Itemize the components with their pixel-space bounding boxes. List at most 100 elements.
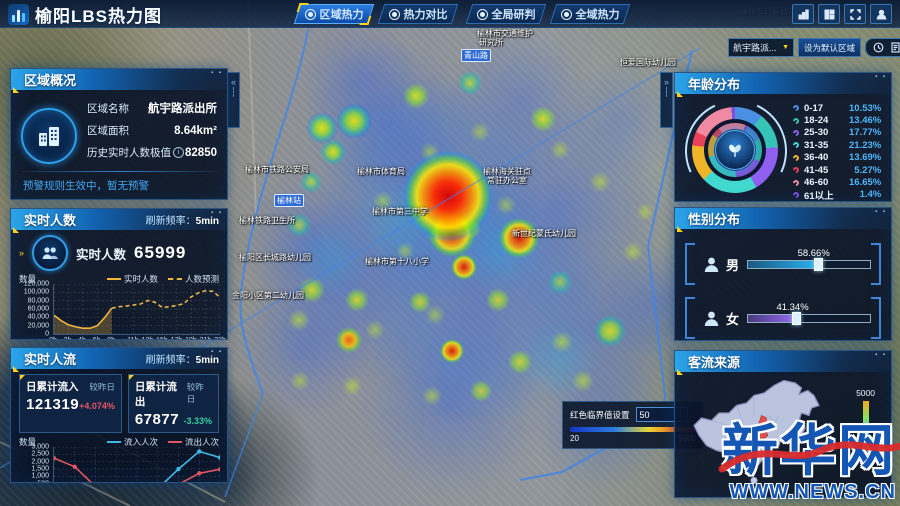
age-legend-row: 36-40 13.69% xyxy=(791,152,885,164)
outflow-stat-card: 日累计流出 较昨日 67877 -3.33% xyxy=(127,374,219,433)
tab-whole-area-heat[interactable]: 全域热力 xyxy=(549,4,631,24)
history-clock-icon[interactable] xyxy=(873,42,884,53)
x-axis-ticks: 0h2h4h6h8h11h13h15h17h19h21h23h xyxy=(49,335,226,339)
panel-corner-dots: ▪ ▪ xyxy=(211,349,223,355)
region-select-dropdown[interactable]: 航宇路派... ▼ xyxy=(728,38,794,57)
tab-icon xyxy=(476,8,488,20)
caret-down-icon: ▼ xyxy=(782,44,789,51)
collapse-left-panels-button[interactable]: «┆ xyxy=(227,72,240,128)
tab-icon xyxy=(560,8,572,20)
age-donut-chart xyxy=(675,85,802,201)
app-logo: 榆阳LBS热力图 xyxy=(8,2,162,27)
panel-title-bar: 性别分布 ▪ ▪ xyxy=(675,208,891,232)
age-crescent-icon xyxy=(791,103,801,113)
panel-realtime-people: 实时人数 刷新频率：5min ▪ ▪ » 实时人数 65999 数量 实时人数 … xyxy=(10,208,228,340)
building-icon xyxy=(21,108,77,164)
bracket-decor xyxy=(871,243,881,285)
tab-icon xyxy=(388,8,400,20)
bar-thumb xyxy=(792,311,802,325)
bar-chart-icon[interactable] xyxy=(792,4,814,24)
threshold-label: 红色临界值设置 xyxy=(570,409,630,420)
age-legend-row: 0-17 10.53% xyxy=(791,102,885,114)
chart-legend: 实时人数 人数预测 xyxy=(106,273,219,285)
overview-row: 区域面积 8.64km² xyxy=(87,124,217,138)
panel-title-bar: 区域概况 ▪ ▪ xyxy=(11,69,227,93)
panel-visitor-source: 客流来源 ▪ ▪ 5000 200 xyxy=(674,350,892,498)
age-crescent-icon xyxy=(791,128,801,138)
stat-value: 65999 xyxy=(134,243,187,262)
tab-region-heat[interactable]: 区域热力 xyxy=(293,4,375,24)
y-axis-ticks: 05001,0001,5002,0002,5003,000 xyxy=(31,443,49,483)
layout-columns-icon[interactable] xyxy=(818,4,840,24)
age-legend-row: 46-60 16.65% xyxy=(791,176,885,188)
panel-title: 性别分布 xyxy=(688,212,741,227)
overview-row: 区域名称 航宇路派出所 xyxy=(87,102,217,116)
tab-heat-compare[interactable]: 热力对比 xyxy=(377,4,459,24)
bar-thumb xyxy=(813,257,823,271)
chart-legend: 流入人次 流出人次 xyxy=(106,436,219,448)
bracket-decor xyxy=(685,243,695,285)
people-group-icon xyxy=(32,235,69,271)
panel-title: 年龄分布 xyxy=(688,77,741,92)
china-map xyxy=(693,379,820,485)
panel-title: 客流来源 xyxy=(688,355,741,370)
stat-label: 实时人数 xyxy=(76,247,127,262)
gender-row: 男 58.66% xyxy=(685,243,881,285)
panel-corner-dots: ▪ ▪ xyxy=(875,209,887,215)
scale-min: 200 xyxy=(858,446,873,456)
age-crescent-icon xyxy=(791,165,801,175)
map-tool-icons xyxy=(865,38,900,57)
age-crescent-icon xyxy=(791,116,801,125)
scale-gradient-bar xyxy=(862,401,869,443)
age-crescent-icon xyxy=(791,190,801,200)
panel-corner-dots: ▪ ▪ xyxy=(211,210,223,216)
decor-arrows: » xyxy=(19,248,25,258)
age-crescent-icon xyxy=(791,141,801,150)
age-legend: 0-17 10.53% 18-24 13.46% 25-30 17.77% 31-35… xyxy=(789,100,885,201)
panel-age-distribution: 年龄分布 ▪ ▪ 0-17 10.53% 18-24 13.46% 25-30 … xyxy=(674,72,892,202)
user-icon[interactable] xyxy=(870,4,892,24)
panel-title: 区域概况 xyxy=(24,73,77,88)
flow-trend-chart: 数量 流入人次 流出人次 05001,0001,5002,0002,5003,0… xyxy=(19,436,220,483)
set-default-region-button[interactable]: 设为默认区域 xyxy=(798,38,862,57)
inflow-stat-card: 日累计流入 较昨日 121319 +4.074% xyxy=(19,374,122,433)
gender-row: 女 41.34% xyxy=(685,297,881,339)
collapse-right-panels-button[interactable]: » ┆ xyxy=(660,72,673,128)
panel-region-overview: 区域概况 ▪ ▪ 区域名称 航宇路派出所 区域面积 8.64km² 历史实时人数… xyxy=(10,68,228,200)
people-trend-chart: 数量 实时人数 人数预测 0 20,000 40,000 60,000 80,000 10… xyxy=(19,273,226,340)
age-legend-row: 61以上 1.4% xyxy=(791,189,885,201)
gender-rows: 男 58.66% 女 41.34% xyxy=(675,243,891,339)
top-header: 榆阳LBS热力图 区域热力 热力对比 全局研判 全域热力 xyxy=(0,0,900,28)
divider xyxy=(21,171,217,172)
bracket-decor xyxy=(685,297,695,339)
fullscreen-icon[interactable] xyxy=(844,4,866,24)
sprout-icon xyxy=(715,130,755,170)
scale-max: 5000 xyxy=(856,388,875,398)
bracket-decor xyxy=(871,297,881,339)
panel-gender-distribution: 性别分布 ▪ ▪ 男 58.66% 女 41.34% xyxy=(674,207,892,341)
tab-global-analysis[interactable]: 全局研判 xyxy=(465,4,547,24)
report-doc-icon[interactable] xyxy=(890,42,900,53)
panel-title: 实时人流 xyxy=(24,352,77,367)
person-icon xyxy=(703,310,720,327)
panel-corner-dots: ▪ ▪ xyxy=(875,74,887,80)
panel-title-bar: 实时人流 刷新频率：5min ▪ ▪ xyxy=(11,348,227,372)
overview-row: 历史实时人数极值 i 82850 xyxy=(87,146,217,160)
panel-corner-dots: ▪ ▪ xyxy=(211,70,223,76)
logo-bars-icon xyxy=(8,4,29,25)
gender-bar: 41.34% xyxy=(747,302,871,325)
person-icon xyxy=(703,256,720,273)
y-axis-ticks: 0 20,000 40,000 60,000 80,000 100,000 120,000 xyxy=(23,280,49,338)
panel-corner-dots: ▪ ▪ xyxy=(875,352,887,358)
panel-realtime-flow: 实时人流 刷新频率：5min ▪ ▪ 日累计流入 较昨日 121319 +4.074… xyxy=(10,347,228,483)
info-icon[interactable]: i xyxy=(173,147,184,158)
alert-status-text: 预警规则生效中，暂无预警 xyxy=(23,180,149,192)
age-legend-row: 25-30 17.77% xyxy=(791,127,885,139)
dashboard: 榆林市计量测试所榆林市妇联幼儿园榆林市交通维护研究所青山路恒爱国际幼儿园榆林市铁… xyxy=(0,0,900,506)
panel-title-bar: 年龄分布 ▪ ▪ xyxy=(675,73,891,97)
panel-title-bar: 客流来源 ▪ ▪ xyxy=(675,351,891,375)
heat-min: 20 xyxy=(570,434,579,443)
gender-bar: 58.66% xyxy=(747,248,871,271)
age-legend-row: 18-24 13.46% xyxy=(791,114,885,126)
age-crescent-icon xyxy=(791,153,801,162)
